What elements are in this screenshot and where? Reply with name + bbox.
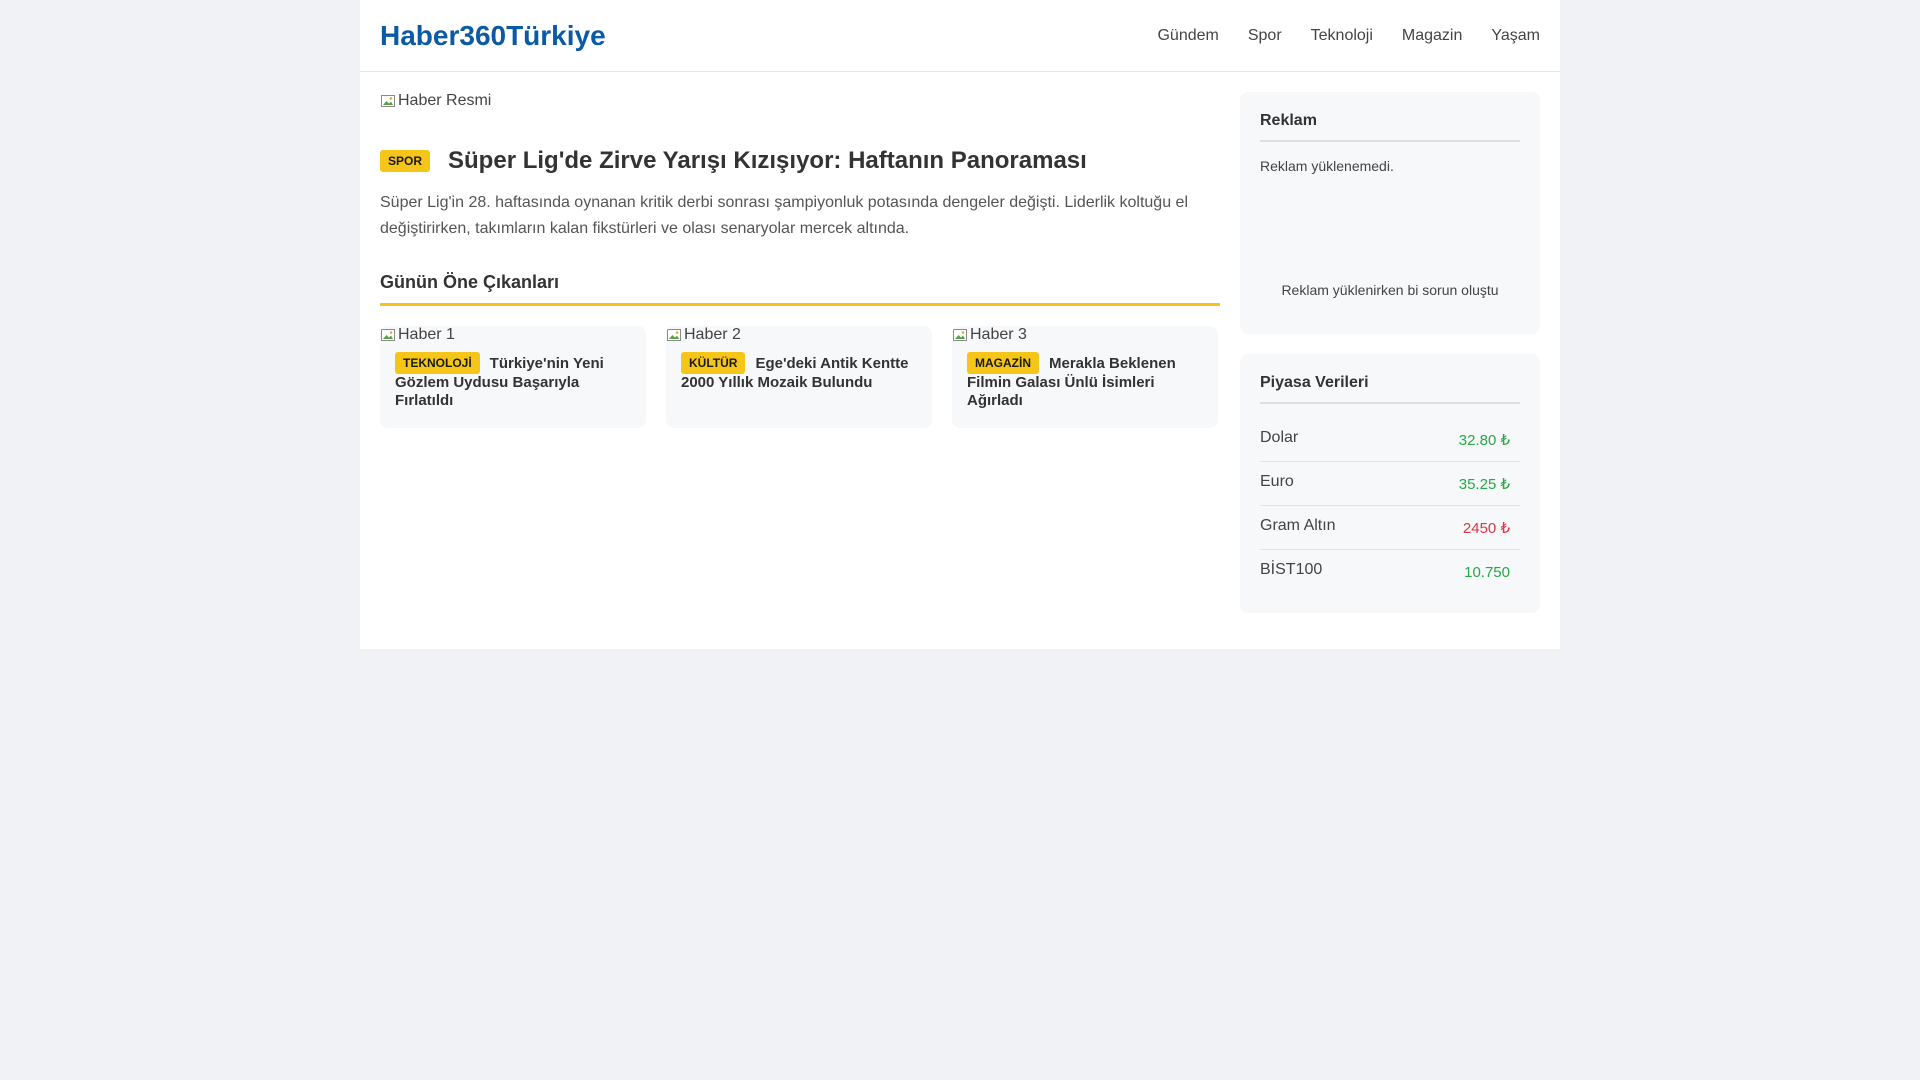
nav-item-teknoloji[interactable]: Teknoloji xyxy=(1311,26,1373,46)
main-column: Haber Resmi SPOR Süper Lig'de Zirve Yarı… xyxy=(380,92,1220,613)
card-body: KÜLTÜR Ege'deki Antik Kentte 2000 Yıllık … xyxy=(666,344,932,392)
market-row-euro: Euro 35.25 ₺ xyxy=(1260,462,1520,506)
ad-widget: Reklam Reklam yüklenemedi. Reklam yüklen… xyxy=(1240,92,1540,334)
market-row-dolar: Dolar 32.80 ₺ xyxy=(1260,418,1520,462)
news-card[interactable]: Haber 3 MAGAZİN Merakla Beklenen Filmin G… xyxy=(952,326,1218,428)
market-name: BİST100 xyxy=(1260,561,1323,578)
news-card[interactable]: Haber 2 KÜLTÜR Ege'deki Antik Kentte 2000… xyxy=(666,326,932,428)
news-card[interactable]: Haber 1 TEKNOLOJİ Türkiye'nin Yeni Gözlem… xyxy=(380,326,646,428)
market-name: Dolar xyxy=(1260,429,1299,446)
featured-title[interactable]: Süper Lig'de Zirve Yarışı Kızışıyor: Haf… xyxy=(448,146,1087,176)
card-category-badge[interactable]: MAGAZİN xyxy=(967,352,1039,374)
content-area: Haber Resmi SPOR Süper Lig'de Zirve Yarı… xyxy=(360,72,1560,633)
card-body: TEKNOLOJİ Türkiye'nin Yeni Gözlem Uydusu … xyxy=(380,344,646,410)
highlights-cards: Haber 1 TEKNOLOJİ Türkiye'nin Yeni Gözlem… xyxy=(380,326,1220,428)
market-value: 35.25 ₺ xyxy=(1458,476,1510,493)
card-image-alt: Haber 2 xyxy=(684,326,741,343)
broken-image-icon xyxy=(953,329,967,341)
card-image[interactable]: Haber 2 xyxy=(666,326,932,344)
page-container: Haber360Türkiye Gündem Spor Teknoloji Ma… xyxy=(360,0,1560,649)
broken-image-icon xyxy=(667,329,681,341)
card-category-badge[interactable]: TEKNOLOJİ xyxy=(395,352,480,374)
ad-error-message: Reklam yüklenemedi. xyxy=(1260,158,1394,174)
card-image-alt: Haber 1 xyxy=(398,326,455,343)
market-list: Dolar 32.80 ₺ Euro 35.25 ₺ Gram Altın 24… xyxy=(1260,418,1520,593)
featured-image[interactable]: Haber Resmi xyxy=(380,92,1220,110)
site-header: Haber360Türkiye Gündem Spor Teknoloji Ma… xyxy=(360,0,1560,72)
featured-headline-row: SPOR Süper Lig'de Zirve Yarışı Kızışıyor… xyxy=(380,146,1220,176)
nav-item-spor[interactable]: Spor xyxy=(1248,26,1282,46)
ad-placeholder-message: Reklam yüklenirken bi sorun oluştu xyxy=(1281,282,1499,298)
nav-item-yasam[interactable]: Yaşam xyxy=(1491,26,1540,46)
sidebar: Reklam Reklam yüklenemedi. Reklam yüklen… xyxy=(1240,92,1540,613)
card-image[interactable]: Haber 1 xyxy=(380,326,646,344)
market-value: 10.750 xyxy=(1464,564,1510,581)
market-name: Euro xyxy=(1260,473,1294,490)
card-category-badge[interactable]: KÜLTÜR xyxy=(681,352,746,374)
featured-image-alt: Haber Resmi xyxy=(398,92,492,109)
broken-image-icon xyxy=(381,329,395,341)
nav-item-magazin[interactable]: Magazin xyxy=(1402,26,1462,46)
card-image[interactable]: Haber 3 xyxy=(952,326,1218,344)
category-badge[interactable]: SPOR xyxy=(380,150,431,172)
market-name: Gram Altın xyxy=(1260,517,1336,534)
card-body: MAGAZİN Merakla Beklenen Filmin Galası Ün… xyxy=(952,344,1218,410)
market-value: 32.80 ₺ xyxy=(1458,432,1510,449)
market-widget-title: Piyasa Verileri xyxy=(1260,374,1520,404)
nav-item-gundem[interactable]: Gündem xyxy=(1157,26,1218,46)
market-row-bist100: BİST100 10.750 xyxy=(1260,550,1520,593)
highlights-title: Günün Öne Çıkanları xyxy=(380,272,1220,306)
broken-image-icon xyxy=(381,95,395,107)
market-row-gram-altin: Gram Altın 2450 ₺ xyxy=(1260,506,1520,550)
main-nav: Gündem Spor Teknoloji Magazin Yaşam xyxy=(1157,26,1540,46)
site-logo[interactable]: Haber360Türkiye xyxy=(380,20,606,52)
card-image-alt: Haber 3 xyxy=(970,326,1027,343)
market-value: 2450 ₺ xyxy=(1462,520,1510,537)
featured-summary: Süper Lig'in 28. haftasında oynanan krit… xyxy=(380,194,1188,237)
market-widget: Piyasa Verileri Dolar 32.80 ₺ Euro 35.25… xyxy=(1240,354,1540,613)
ad-widget-title: Reklam xyxy=(1260,112,1520,142)
